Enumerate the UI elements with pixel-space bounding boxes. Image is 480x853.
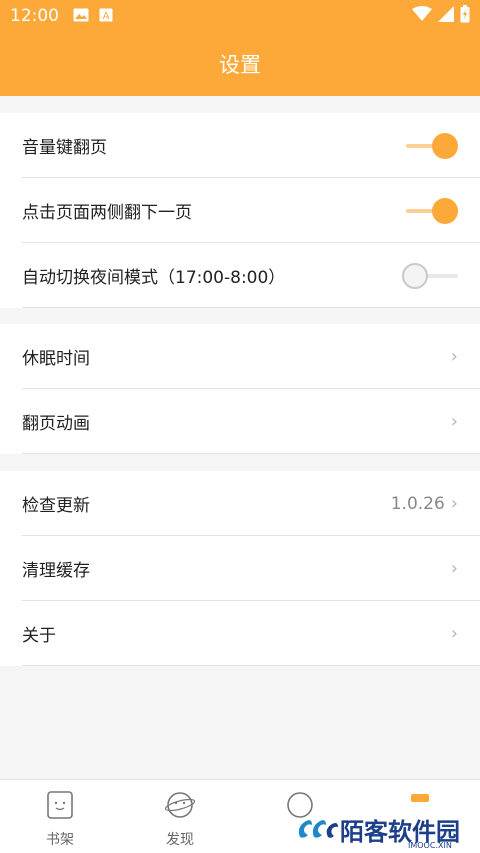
tab-bookshelf[interactable]: 书架 <box>0 780 120 853</box>
setting-row-clear-cache[interactable]: 清理缓存 › <box>0 536 480 601</box>
setting-label: 清理缓存 <box>22 561 90 581</box>
setting-label: 自动切换夜间模式（17:00-8:00） <box>22 268 286 288</box>
setting-label: 点击页面两侧翻下一页 <box>22 203 192 223</box>
setting-label: 翻页动画 <box>22 414 90 434</box>
image-icon <box>73 7 89 26</box>
setting-row-sleep-time[interactable]: 休眠时间 › <box>0 324 480 389</box>
setting-row-auto-night-mode[interactable]: 自动切换夜间模式（17:00-8:00） <box>0 243 480 308</box>
tab-discover[interactable]: 发现 <box>120 780 240 853</box>
bookshelf-icon <box>45 790 75 824</box>
settings-group-reading: 音量键翻页 点击页面两侧翻下一页 自动切换夜间模式（17:00-8:00） <box>0 113 480 308</box>
setting-label: 音量键翻页 <box>22 138 107 158</box>
svg-text:A: A <box>103 11 110 22</box>
discover-icon <box>164 790 196 824</box>
settings-group-app: 检查更新 1.0.26 › 清理缓存 › 关于 › <box>0 471 480 666</box>
divider <box>22 665 480 666</box>
watermark-subtext: IMOOC.XIN <box>408 841 452 850</box>
watermark: 陌客软件园 IMOOC.XIN <box>296 806 480 853</box>
header: 设置 <box>0 32 480 96</box>
chevron-right-icon: › <box>450 623 458 644</box>
status-bar: 12:00 A <box>0 0 480 32</box>
tab-label: 书架 <box>46 832 74 848</box>
auto-night-mode-toggle[interactable] <box>402 261 458 291</box>
chevron-right-icon: › <box>450 411 458 432</box>
divider <box>22 307 480 308</box>
tab-label: 发现 <box>166 832 194 848</box>
tap-sides-toggle[interactable] <box>402 196 458 226</box>
wifi-icon <box>412 6 432 26</box>
chevron-right-icon: › <box>450 346 458 367</box>
status-time: 12:00 <box>10 6 59 26</box>
watermark-logo-icon <box>296 815 340 845</box>
page-title: 设置 <box>219 53 261 77</box>
setting-row-page-animation[interactable]: 翻页动画 › <box>0 389 480 454</box>
setting-label: 检查更新 <box>22 496 90 516</box>
setting-row-check-update[interactable]: 检查更新 1.0.26 › <box>0 471 480 536</box>
volume-key-toggle[interactable] <box>402 131 458 161</box>
version-value: 1.0.26 <box>390 493 445 514</box>
setting-label: 休眠时间 <box>22 349 90 369</box>
chevron-right-icon: › <box>450 558 458 579</box>
setting-label: 关于 <box>22 626 56 646</box>
signal-icon <box>438 6 454 26</box>
setting-row-about[interactable]: 关于 › <box>0 601 480 666</box>
chevron-right-icon: › <box>450 493 458 514</box>
a-box-icon: A <box>99 7 113 26</box>
setting-row-volume-key-page-turn[interactable]: 音量键翻页 <box>0 113 480 178</box>
divider <box>22 453 480 454</box>
setting-row-tap-sides-page-turn[interactable]: 点击页面两侧翻下一页 <box>0 178 480 243</box>
battery-icon <box>460 5 470 27</box>
settings-group-behavior: 休眠时间 › 翻页动画 › <box>0 324 480 454</box>
